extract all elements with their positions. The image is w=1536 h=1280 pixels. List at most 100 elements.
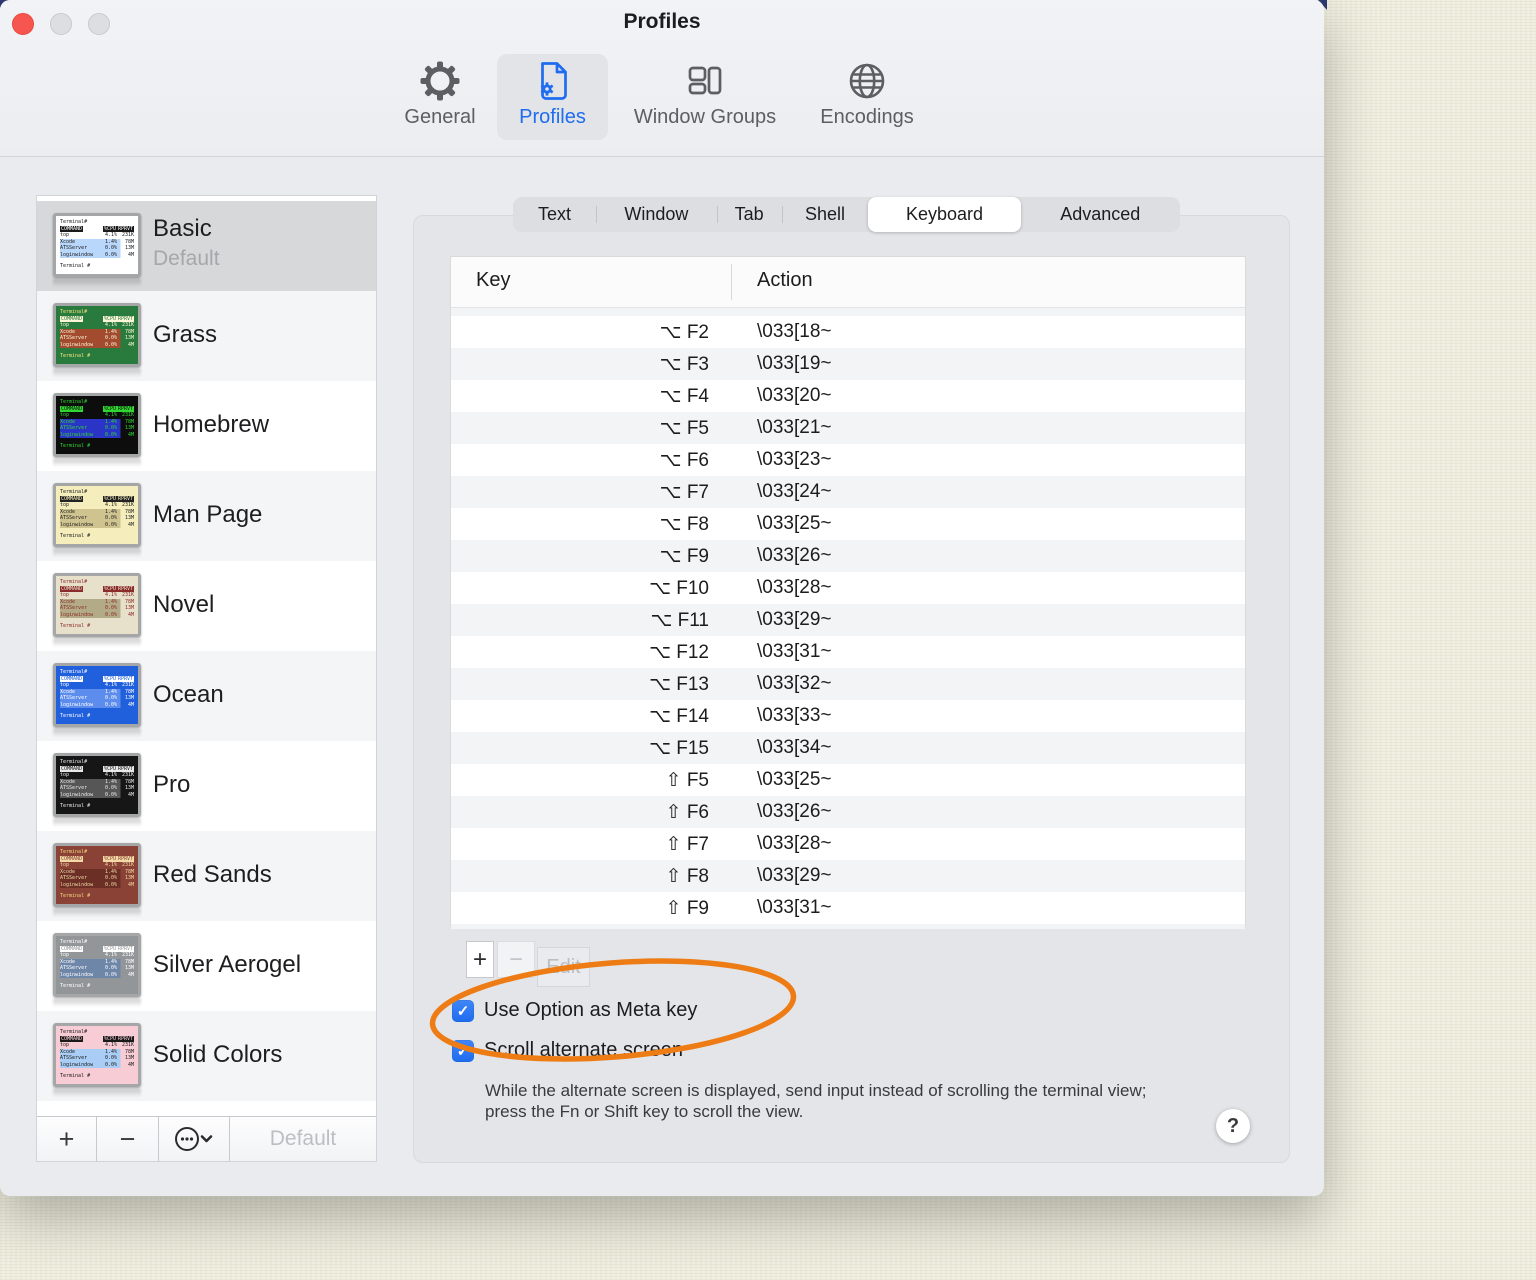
toolbar-item-profiles[interactable]: Profiles [497,54,608,140]
help-button[interactable]: ? [1216,1109,1250,1143]
table-row[interactable]: ⌥ F2 \033[18~ [451,316,1245,348]
action-cell: \033[31~ [757,641,832,662]
table-row[interactable]: ⌥ F15 \033[34~ [451,732,1245,764]
toolbar-item-label: Window Groups [633,106,777,128]
thumbnail-terminal: Terminal# COMMAND %CPU RPRVT top 4.1% 231K Xcod… [56,846,138,904]
table-row[interactable]: ⌥ F8 \033[25~ [451,508,1245,540]
action-cell: \033[21~ [757,417,832,438]
key-cell: ⌥ F3 [659,353,709,375]
profile-name: Basic [153,215,212,242]
action-cell: \033[26~ [757,545,832,566]
remove-key-button[interactable]: − [497,941,535,978]
tab-advanced[interactable]: Advanced [1021,197,1180,232]
profile-row-solid-colors[interactable]: Terminal# COMMAND %CPU RPRVT top 4.1% 231K Xcod… [37,1011,376,1101]
thumbnail-terminal: Terminal# COMMAND %CPU RPRVT top 4.1% 231K Xcod… [56,216,138,274]
action-cell: \033[25~ [757,769,832,790]
column-header-action: Action [757,269,813,291]
use-option-as-meta-label: Use Option as Meta key [484,999,698,1021]
action-cell: \033[23~ [757,449,832,470]
profile-row-ocean[interactable]: Terminal# COMMAND %CPU RPRVT top 4.1% 231K Xcod… [37,651,376,741]
use-option-as-meta-checkbox[interactable]: ✓ [452,999,474,1022]
table-row[interactable]: ⌥ F9 \033[26~ [451,540,1245,572]
profile-name: Man Page [153,501,263,528]
table-row[interactable]: ⌥ F12 \033[31~ [451,636,1245,668]
tab-window[interactable]: Window [596,197,717,232]
key-cell: ⇧ F8 [665,865,709,887]
profile-row-homebrew[interactable]: Terminal# COMMAND %CPU RPRVT top 4.1% 231K Xcod… [37,381,376,471]
profile-subtitle: Default [153,247,220,270]
table-row[interactable]: ⌥ F5 \033[21~ [451,412,1245,444]
tab-text[interactable]: Text [513,197,596,232]
profile-row-silver-aerogel[interactable]: Terminal# COMMAND %CPU RPRVT top 4.1% 231K Xcod… [37,921,376,1011]
thumbnail-reflection [53,549,141,557]
tab-label: Text [538,204,572,224]
profile-name: Ocean [153,681,224,708]
add-key-button[interactable]: + [466,941,494,978]
table-row[interactable]: ⌥ F6 \033[23~ [451,444,1245,476]
action-cell: \033[24~ [757,481,832,502]
window-title: Profiles [623,10,701,33]
profile-row-basic[interactable]: Terminal# COMMAND %CPU RPRVT top 4.1% 231K Xcod… [37,201,376,291]
profile-name: Novel [153,591,215,618]
table-row[interactable]: ⇧ F9 \033[31~ [451,892,1245,924]
profile-name: Silver Aerogel [153,951,302,978]
key-cell: ⇧ F6 [665,801,709,823]
thumbnail-reflection [53,819,141,827]
profile-thumbnail: Terminal# COMMAND %CPU RPRVT top 4.1% 231K Xcod… [53,483,141,547]
scroll-alternate-screen-row: ✓ Scroll alternate screen [452,1039,683,1062]
column-header-key: Key [476,269,511,291]
key-cell: ⌥ F12 [649,641,709,663]
key-cell: ⌥ F13 [649,673,709,695]
toolbar-item-label: General [404,106,476,128]
key-cell: ⇧ F7 [665,833,709,855]
toolbar-item-encodings[interactable]: Encodings [808,54,926,140]
scroll-alternate-screen-checkbox[interactable]: ✓ [452,1039,474,1062]
profile-row-novel[interactable]: Terminal# COMMAND %CPU RPRVT top 4.1% 231K Xcod… [37,561,376,651]
table-row[interactable]: ⇧ F5 \033[25~ [451,764,1245,796]
column-divider [731,264,732,300]
key-cell: ⌥ F7 [659,481,709,503]
key-cell: ⌥ F15 [649,737,709,759]
settings-tab-bar: Text Window Tab Shell Keyboard Advanced [513,197,1180,232]
table-row[interactable]: ⌥ F10 \033[28~ [451,572,1245,604]
key-cell: ⌥ F5 [659,417,709,439]
profile-row-red-sands[interactable]: Terminal# COMMAND %CPU RPRVT top 4.1% 231K Xcod… [37,831,376,921]
table-row[interactable]: ⌥ F7 \033[24~ [451,476,1245,508]
table-row[interactable]: ⌥ F14 \033[33~ [451,700,1245,732]
toolbar-item-label: Encodings [820,106,914,128]
action-cell: \033[28~ [757,577,832,598]
tab-tab[interactable]: Tab [716,197,782,232]
table-row[interactable]: ⌥ F11 \033[29~ [451,604,1245,636]
key-cell: ⌥ F8 [659,513,709,535]
set-default-button[interactable]: Default [230,1117,376,1161]
profile-thumbnail: Terminal# COMMAND %CPU RPRVT top 4.1% 231K Xcod… [53,573,141,637]
thumbnail-terminal: Terminal# COMMAND %CPU RPRVT top 4.1% 231K Xcod… [56,1026,138,1084]
profile-row-man-page[interactable]: Terminal# COMMAND %CPU RPRVT top 4.1% 231K Xcod… [37,471,376,561]
table-header: Key Action [451,257,1245,308]
table-row[interactable]: ⌥ F3 \033[19~ [451,348,1245,380]
toolbar-item-window-groups[interactable]: Window Groups [618,54,792,140]
table-row[interactable]: ⌥ F4 \033[20~ [451,380,1245,412]
toolbar-item-general[interactable]: General [396,54,484,140]
add-profile-button[interactable]: + [37,1117,97,1161]
table-row[interactable]: ⇧ F8 \033[29~ [451,860,1245,892]
table-row[interactable]: ⇧ F7 \033[28~ [451,828,1245,860]
thumbnail-terminal: Terminal# COMMAND %CPU RPRVT top 4.1% 231K Xcod… [56,756,138,814]
tab-keyboard[interactable]: Keyboard [868,197,1021,232]
profile-row-grass[interactable]: Terminal# COMMAND %CPU RPRVT top 4.1% 231K Xcod… [37,291,376,381]
profile-row-pro[interactable]: Terminal# COMMAND %CPU RPRVT top 4.1% 231K Xcod… [37,741,376,831]
action-cell: \033[18~ [757,321,832,342]
profile-actions-menu-button[interactable] [159,1117,230,1161]
remove-profile-button[interactable]: − [97,1117,159,1161]
key-cell: ⌥ F10 [649,577,709,599]
action-cell: \033[20~ [757,385,832,406]
profile-thumbnail: Terminal# COMMAND %CPU RPRVT top 4.1% 231K Xcod… [53,753,141,817]
key-cell: ⌥ F14 [649,705,709,727]
edit-key-button[interactable]: Edit [537,947,590,987]
profile-thumbnail: Terminal# COMMAND %CPU RPRVT top 4.1% 231K Xcod… [53,393,141,457]
table-row[interactable]: ⌥ F13 \033[32~ [451,668,1245,700]
tab-label: Advanced [1060,204,1141,224]
table-row[interactable]: ⇧ F6 \033[26~ [451,796,1245,828]
tab-shell[interactable]: Shell [781,197,869,232]
partial-row-bottom [451,924,1245,929]
